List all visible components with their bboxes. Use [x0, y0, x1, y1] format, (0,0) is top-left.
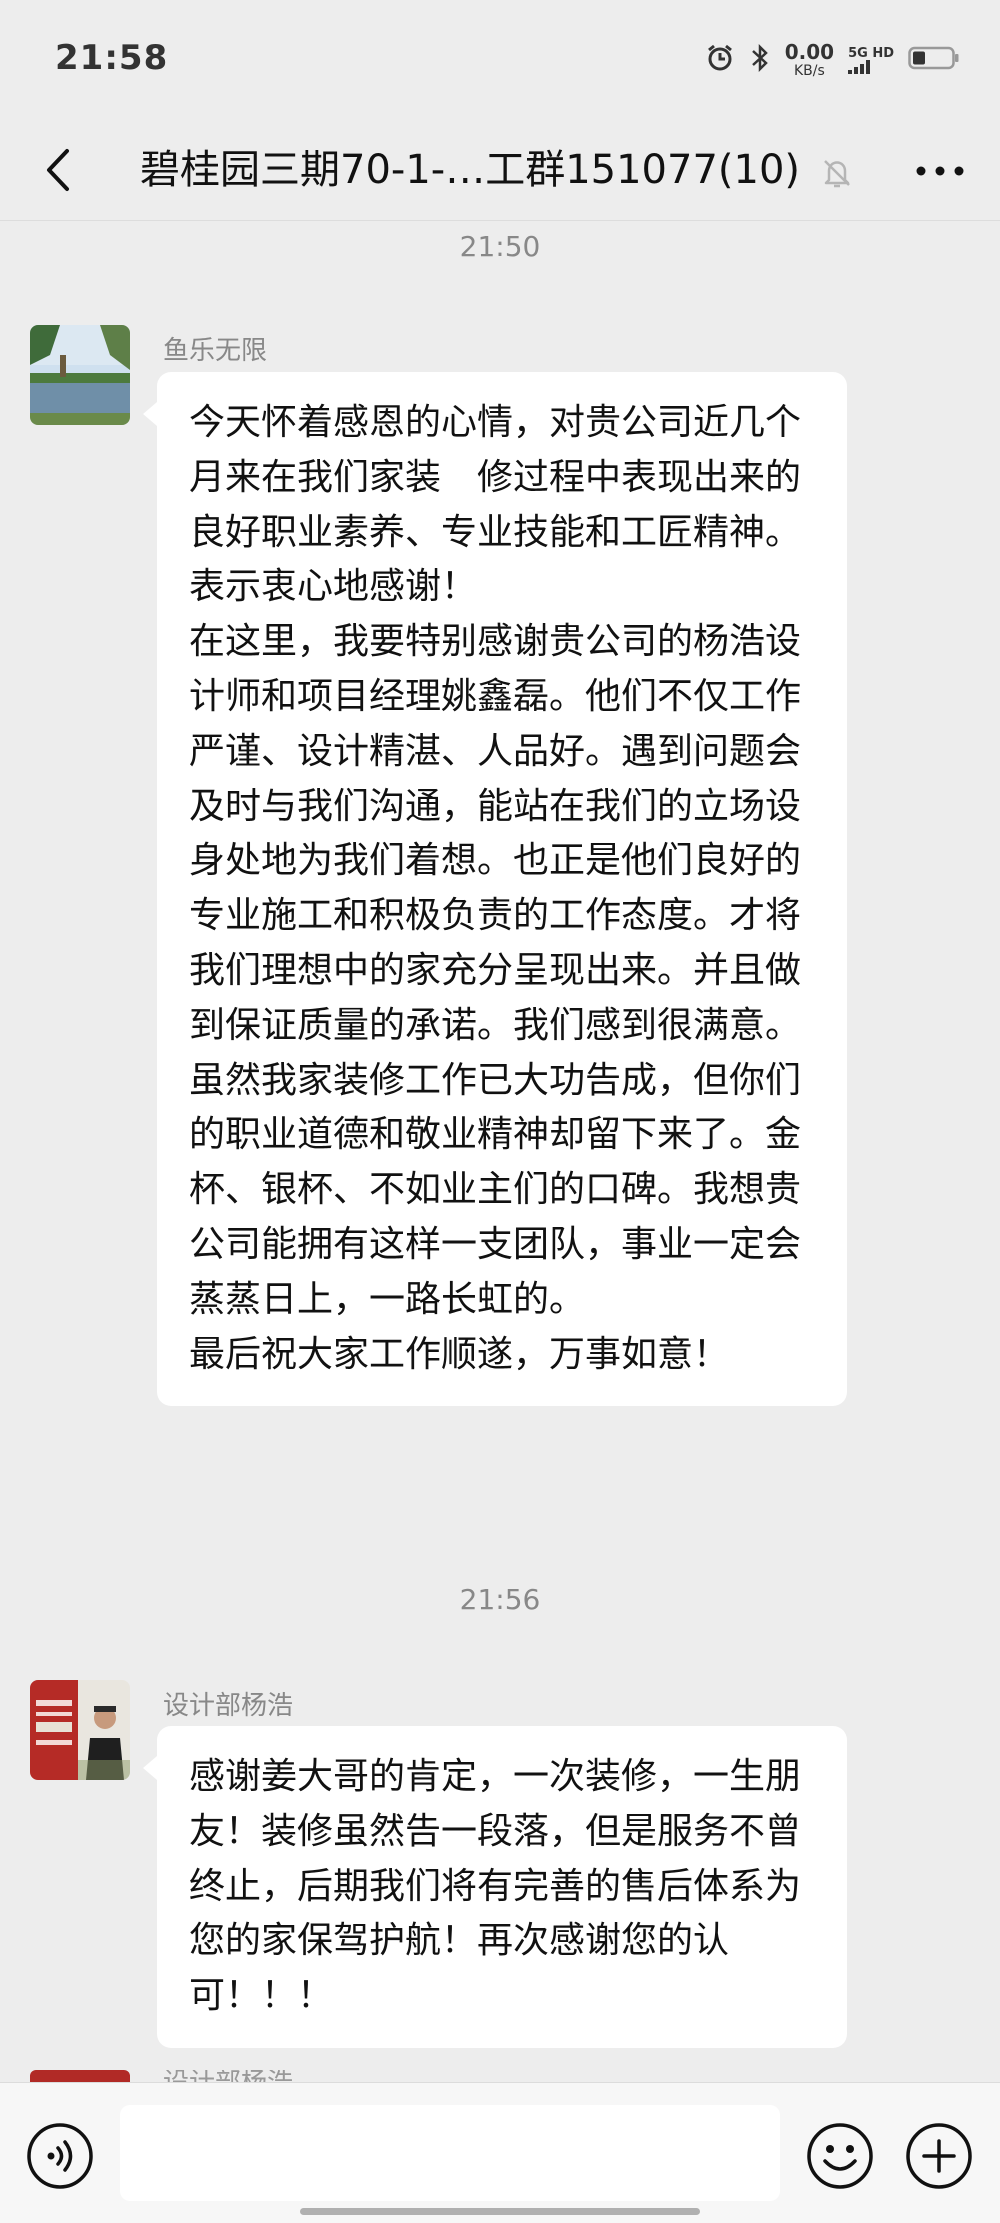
back-button[interactable]	[30, 142, 86, 198]
avatar[interactable]	[30, 1680, 130, 1780]
avatar[interactable]	[30, 325, 130, 425]
message-timestamp: 21:56	[459, 1583, 541, 1616]
bluetooth-icon	[749, 43, 771, 77]
emoji-button[interactable]	[805, 2121, 875, 2191]
sender-name: 设计部杨浩	[163, 2070, 323, 2082]
chat-title[interactable]: 碧桂园三期70-1-…工群151077(10)	[140, 120, 810, 220]
message-timestamp: 21:50	[459, 230, 541, 263]
signal-icon	[848, 59, 894, 74]
chevron-left-icon	[47, 149, 69, 191]
more-actions-button[interactable]	[904, 2121, 974, 2191]
sender-name: 鱼乐无限	[163, 336, 268, 366]
status-bar: 21:58 0.00 KB/s 5G HD	[0, 0, 1000, 120]
battery-icon	[908, 45, 960, 75]
chat-header: 碧桂园三期70-1-…工群151077(10)	[0, 120, 1000, 221]
signal-indicator: 5G HD	[848, 47, 894, 74]
smiley-icon	[807, 2123, 873, 2189]
input-bar	[0, 2082, 1000, 2223]
status-time: 21:58	[55, 38, 169, 78]
message-bubble[interactable]: 今天怀着感恩的心情，对贵公司近几个月来在我们家装 修过程中表现出来的良好职业素养…	[143, 372, 847, 1407]
message-input[interactable]	[120, 2105, 780, 2201]
home-indicator[interactable]	[300, 2208, 700, 2215]
more-icon	[916, 166, 964, 176]
network-label: 5G HD	[848, 45, 894, 61]
network-speed: 0.00 KB/s	[784, 40, 835, 79]
plus-icon	[906, 2123, 972, 2189]
voice-input-button[interactable]	[25, 2121, 95, 2191]
muted-bell-icon	[820, 156, 854, 190]
status-icons: 0.00 KB/s 5G HD	[705, 40, 960, 80]
more-options-button[interactable]	[910, 146, 970, 196]
message-bubble[interactable]: 感谢姜大哥的肯定，一次装修，一生朋友！装修虽然告一段落，但是服务不曾终止，后期我…	[143, 1726, 847, 2048]
alarm-icon	[705, 43, 735, 77]
sender-name: 设计部杨浩	[163, 1691, 294, 1721]
voice-icon	[27, 2123, 93, 2189]
